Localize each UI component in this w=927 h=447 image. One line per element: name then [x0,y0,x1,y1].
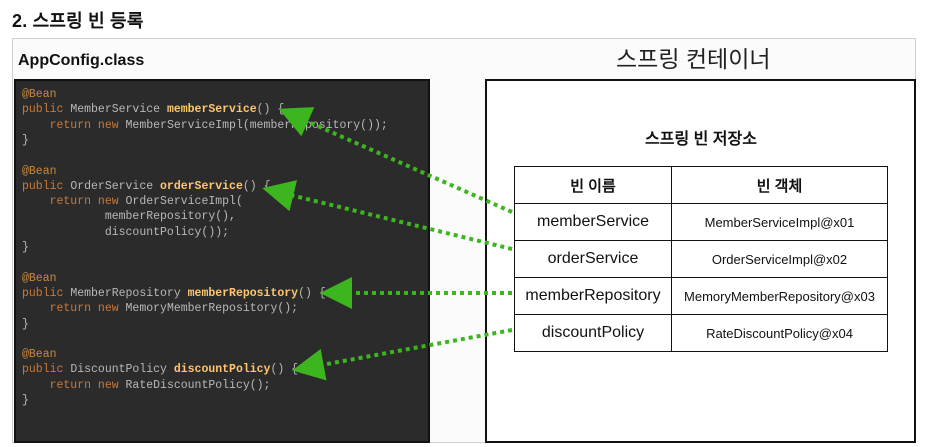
code-token: return new [22,195,126,209]
header-bean-object: 빈 객체 [671,166,888,204]
code-token: () { [298,286,326,300]
bean-method-name: discountPolicy [173,363,271,377]
code-line: return new RateDiscountPolicy(); [22,378,271,393]
code-token: () { [270,363,299,377]
code-token: return new [22,302,126,316]
code-line: return new OrderServiceImpl( [22,195,243,209]
code-token: } [22,394,29,407]
bean-name-cell: memberService [514,203,672,241]
bean-annotation: @Bean [22,164,57,178]
code-token: MemoryMemberRepository(); [125,302,299,316]
bean-object-cell: OrderServiceImpl@x02 [671,240,888,278]
bean-object-cell: RateDiscountPolicy@x04 [671,314,888,352]
code-line: memberRepository(), [22,210,236,224]
code-line: } [22,134,29,148]
bean-method-name: memberService [166,103,257,117]
header-bean-name: 빈 이름 [514,166,672,204]
bean-object-cell: MemoryMemberRepository@x03 [671,277,888,315]
bean-annotation: @Bean [22,271,57,285]
code-line: } [22,318,29,332]
container-title: 스프링 컨테이너 [616,46,771,72]
bean-table: 빈 이름 빈 객체 memberService MemberServiceImp… [514,166,888,352]
bean-annotation: @Bean [22,348,57,362]
code-line: @Bean [22,272,57,286]
bean-name-cell: memberRepository [514,277,672,315]
table-row: memberRepository MemoryMemberRepository@… [514,277,888,315]
code-line: @Bean [22,348,57,362]
code-token: public [22,179,71,193]
table-row: orderService OrderServiceImpl@x02 [514,240,888,278]
code-line: return new MemoryMemberRepository(); [22,302,298,316]
code-token: public [22,363,71,377]
config-file-label: AppConfig.class [18,52,145,69]
bean-annotation: @Bean [22,88,57,101]
code-line: } [22,241,29,255]
table-row: discountPolicy RateDiscountPolicy@x04 [514,314,888,352]
code-token: public [22,286,71,300]
code-line: @Bean [22,165,57,179]
code-token: OrderServiceImpl( [125,195,243,209]
code-line: discountPolicy()); [22,226,229,240]
code-token: } [22,241,29,254]
code-token: MemberService [70,103,167,117]
section-title: 2. 스프링 빈 등록 [12,11,144,31]
code-token: return new [22,118,126,132]
code-token: OrderService [70,179,161,193]
code-token: memberRepository(), [22,210,236,224]
code-token: MemberRepository [70,286,188,300]
code-token: RateDiscountPolicy(); [125,378,271,392]
code-token: () { [242,179,271,193]
code-token: () { [256,103,285,117]
code-line: public MemberRepository memberRepository… [22,287,326,301]
bean-store-title: 스프링 빈 저장소 [645,131,757,148]
table-header-row: 빈 이름 빈 객체 [514,166,888,204]
bean-method-name: orderService [160,179,243,193]
code-token: } [22,133,29,147]
code-token: } [22,317,29,331]
code-token: public [22,103,71,117]
code-token: discountPolicy()); [22,225,230,239]
table-row: memberService MemberServiceImpl@x01 [514,203,888,241]
code-token: DiscountPolicy [70,363,174,377]
bean-name-cell: discountPolicy [514,314,672,352]
code-token: return new [22,378,126,392]
code-token: MemberServiceImpl(memberRepository()); [125,118,388,132]
code-line: return new MemberServiceImpl(memberRepos… [22,119,388,133]
code-line: public DiscountPolicy discountPolicy() { [22,363,298,377]
bean-method-name: memberRepository [187,286,299,300]
code-line: public OrderService orderService() { [22,180,270,194]
code-line: @Bean [22,88,57,102]
bean-name-cell: orderService [514,240,672,278]
code-line: } [22,394,29,408]
code-line: public MemberService memberService() { [22,103,284,117]
bean-object-cell: MemberServiceImpl@x01 [671,203,888,241]
